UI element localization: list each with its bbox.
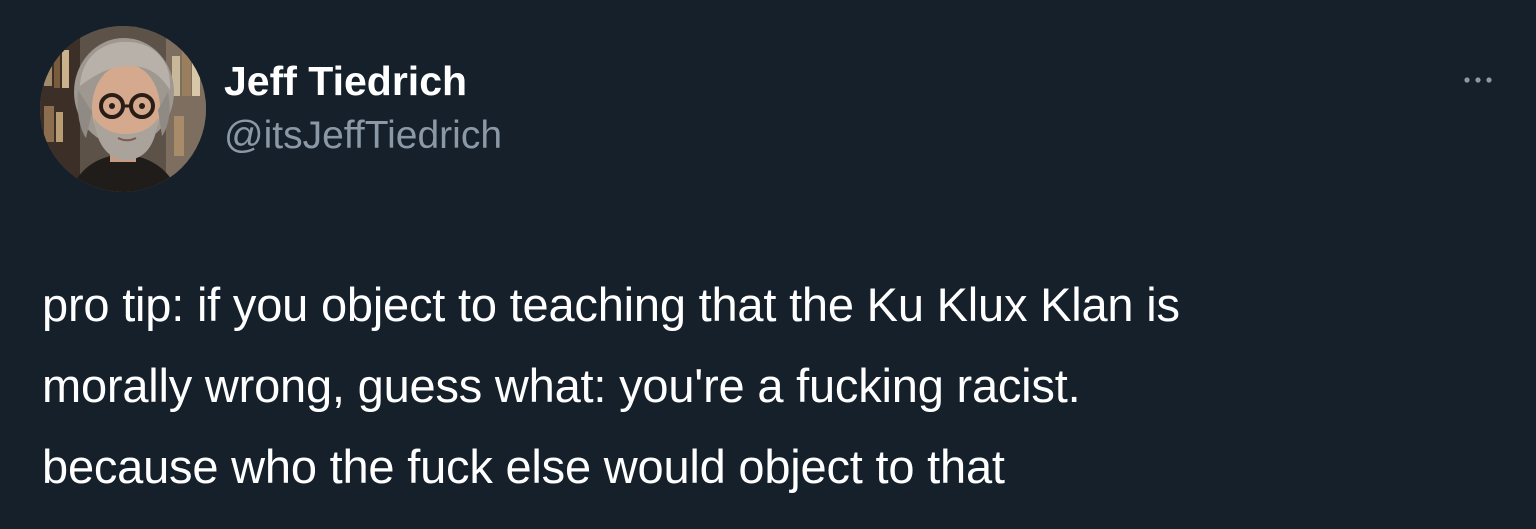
author-handle[interactable]: @itsJeffTiedrich (224, 112, 502, 160)
tweet-text-line: pro tip: if you object to teaching that … (42, 278, 1180, 331)
tweet-card: Jeff Tiedrich @itsJeffTiedrich pro tip: … (0, 0, 1536, 529)
profile-photo-icon (40, 26, 206, 192)
tweet-text: pro tip: if you object to teaching that … (42, 264, 1502, 507)
author-display-name[interactable]: Jeff Tiedrich (224, 56, 467, 106)
tweet-text-line: morally wrong, guess what: you're a fuck… (42, 359, 1081, 412)
more-options-icon (1464, 77, 1492, 83)
tweet-text-line: because who the fuck else would object t… (42, 440, 1005, 493)
avatar[interactable] (40, 26, 206, 192)
more-options-button[interactable] (1452, 60, 1504, 100)
